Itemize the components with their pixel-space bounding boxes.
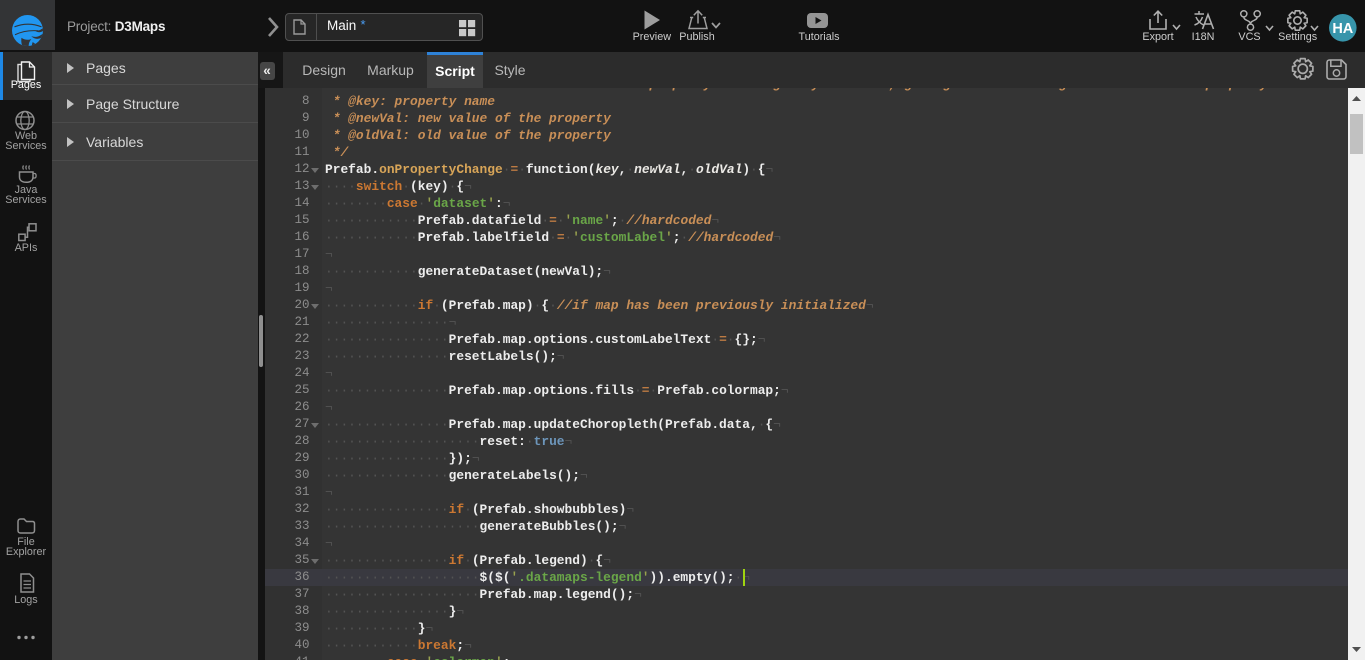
svg-text:HA: HA xyxy=(1332,21,1353,37)
